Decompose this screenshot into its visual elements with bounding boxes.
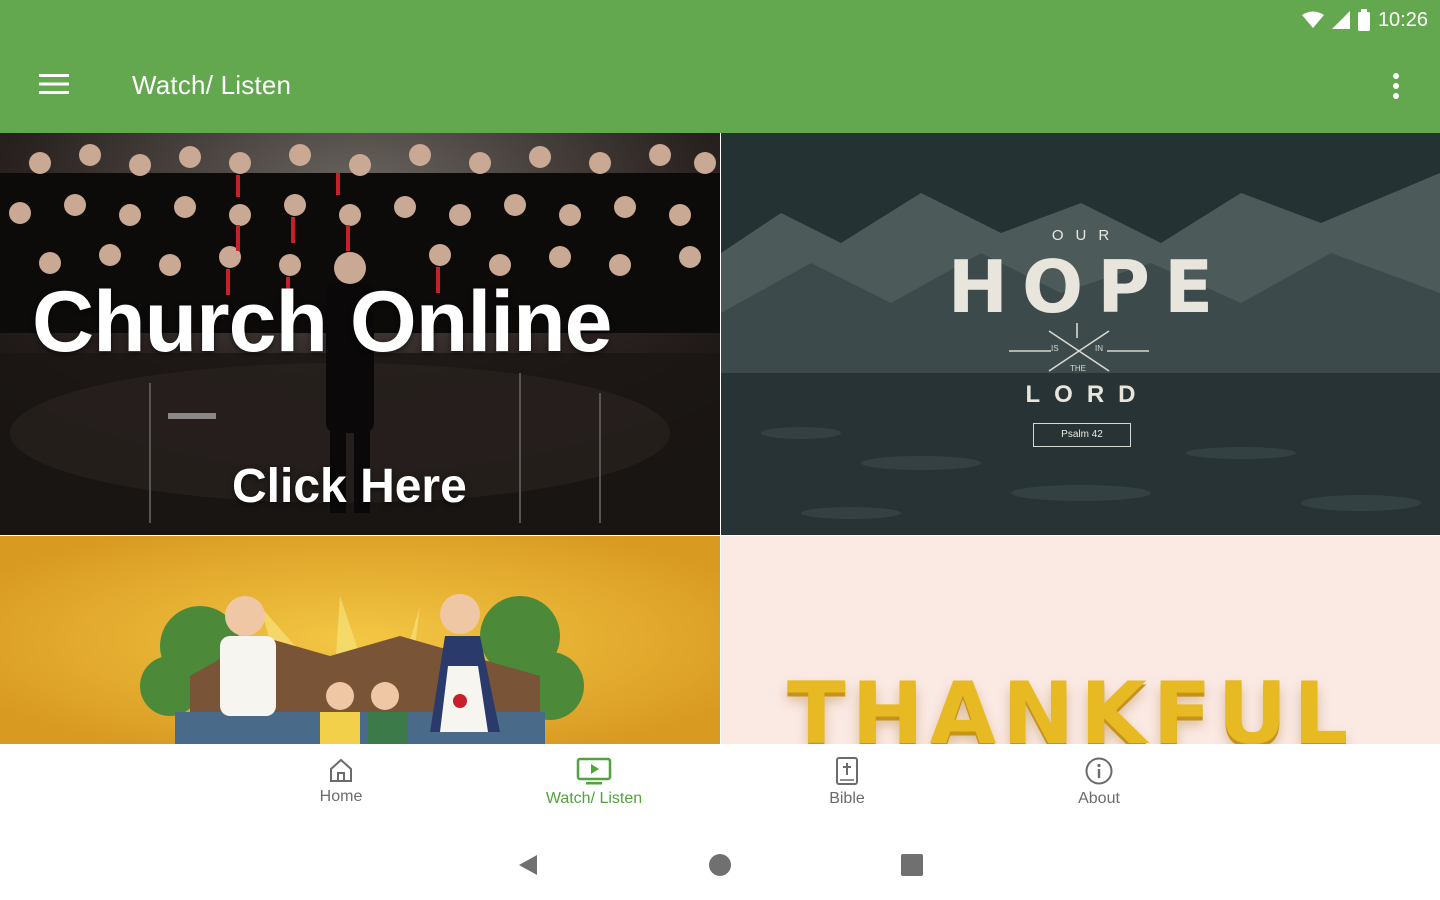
cell-signal-icon [1331, 11, 1350, 29]
nav-bible[interactable]: Bible [767, 756, 927, 822]
is-text: IS [1051, 344, 1059, 353]
tv-play-icon [576, 757, 612, 785]
bottom-navigation: Home Watch/ Listen Bible About [0, 744, 1440, 830]
our-text: OUR [1051, 227, 1122, 244]
menu-button[interactable] [28, 62, 80, 106]
thankful-headline: THANKFUL [787, 664, 1355, 744]
nav-watch-listen-label: Watch/ Listen [545, 790, 643, 807]
hope-text: HOPE [947, 245, 1228, 329]
nav-home[interactable]: Home [261, 756, 421, 822]
wifi-icon [1301, 11, 1324, 28]
lord-text: LORD [1025, 381, 1150, 408]
system-home-button[interactable] [700, 850, 740, 880]
the-text: THE [1070, 364, 1086, 373]
home-icon [330, 758, 352, 782]
church-online-tile[interactable]: Church Online Click Here [0, 133, 720, 535]
back-triangle-icon [519, 855, 537, 875]
hamburger-menu-icon [39, 74, 69, 94]
overflow-menu-button[interactable] [1376, 64, 1416, 108]
psalm-reference: Psalm 42 [1033, 423, 1131, 447]
nav-watch-listen[interactable]: Watch/ Listen [514, 756, 674, 822]
system-recents-button[interactable] [892, 850, 932, 880]
recents-square-icon [901, 854, 923, 876]
battery-icon [1357, 9, 1370, 31]
status-time: 10:26 [1377, 8, 1428, 31]
family-series-tile[interactable] [0, 536, 720, 744]
thankful-tile[interactable]: THANKFUL [721, 536, 1440, 744]
bible-icon [836, 757, 858, 785]
nav-home-label: Home [319, 788, 363, 805]
info-icon [1085, 757, 1113, 785]
app-bar: 10:26 Watch/ Listen [0, 0, 1440, 133]
mountain-lake-image [721, 133, 1440, 535]
more-vert-icon [1393, 73, 1399, 99]
nav-bible-label: Bible [829, 790, 865, 807]
nav-about-label: About [1078, 790, 1120, 807]
church-online-headline: Church Online [32, 274, 612, 370]
system-navigation-bar [0, 830, 1440, 900]
nav-about[interactable]: About [1019, 756, 1179, 822]
retro-family-illustration [0, 536, 720, 744]
system-back-button[interactable] [508, 850, 548, 880]
status-bar: 10:26 [1301, 6, 1428, 34]
in-text: IN [1095, 344, 1103, 353]
home-circle-icon [709, 854, 731, 876]
our-hope-tile[interactable]: OUR HOPE IS IN THE LORD Psalm 42 [721, 133, 1440, 535]
click-here-label: Click Here [232, 460, 467, 513]
page-title: Watch/ Listen [132, 70, 292, 100]
